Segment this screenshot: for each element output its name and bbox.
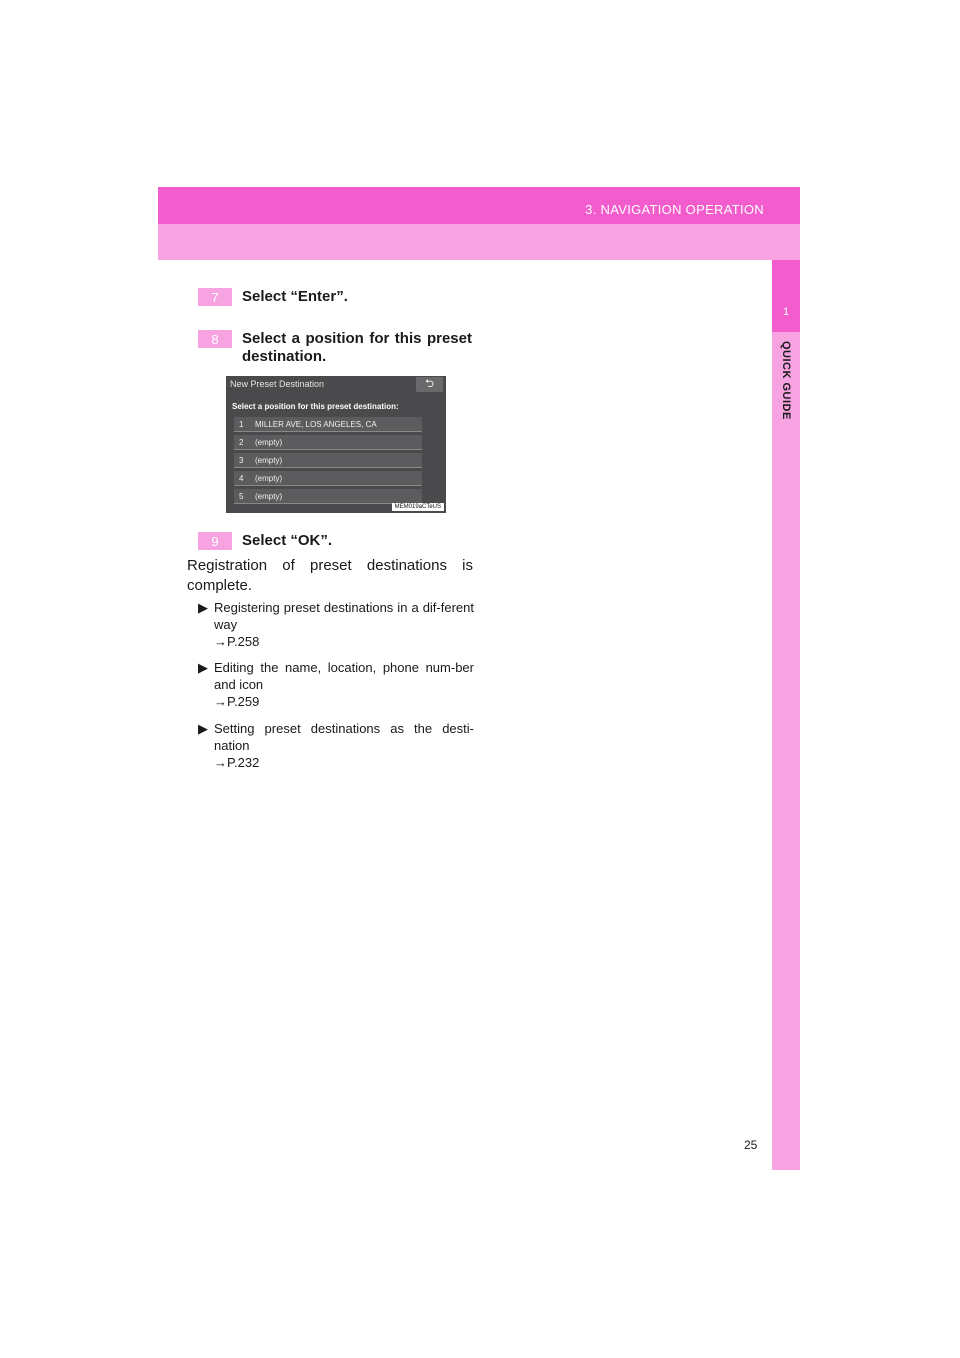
list-item[interactable]: 4 (empty) — [234, 471, 422, 486]
section-title: 3. NAVIGATION OPERATION — [585, 202, 764, 217]
triangle-bullet-icon: ▶ — [198, 600, 208, 615]
step-badge: 9 — [198, 532, 232, 550]
screen-prompt: Select a position for this preset destin… — [232, 402, 399, 411]
page-reference[interactable]: →P.259 — [214, 693, 474, 710]
item-label: (empty) — [255, 473, 283, 483]
item-number: 1 — [239, 419, 244, 429]
step-badge: 8 — [198, 330, 232, 348]
step-badge: 7 — [198, 288, 232, 306]
item-label: MILLER AVE, LOS ANGELES, CA — [255, 419, 377, 429]
image-code: MEM019aCTeUS — [391, 503, 444, 511]
item-label: (empty) — [255, 491, 283, 501]
step-text: Select “OK”. — [242, 532, 333, 549]
back-icon[interactable]: ⮌ — [416, 377, 443, 392]
item-number: 2 — [239, 437, 244, 447]
item-label: (empty) — [255, 437, 283, 447]
step-7: 7 Select “Enter”. — [198, 288, 472, 306]
bullet-text: Editing the name, location, phone num-be… — [214, 660, 474, 692]
chapter-number: 1 — [782, 306, 790, 318]
item-label: (empty) — [255, 455, 283, 465]
bullet-text: Setting preset destinations as the desti… — [214, 721, 474, 753]
chapter-tab — [772, 260, 800, 332]
item-number: 3 — [239, 455, 244, 465]
header-band: 3. NAVIGATION OPERATION — [158, 187, 800, 260]
header-light-band — [158, 224, 800, 260]
completion-paragraph: Registration of preset destinations is c… — [187, 557, 473, 594]
triangle-bullet-icon: ▶ — [198, 721, 208, 736]
step-8: 8 Select a position for this preset dest… — [198, 330, 472, 366]
triangle-bullet-icon: ▶ — [198, 660, 208, 675]
preset-list: 1 MILLER AVE, LOS ANGELES, CA 2 (empty) … — [234, 417, 422, 507]
list-item[interactable]: 1 MILLER AVE, LOS ANGELES, CA — [234, 417, 422, 432]
bullet-item: ▶ Editing the name, location, phone num-… — [198, 659, 474, 710]
list-item[interactable]: 5 (empty) — [234, 489, 422, 504]
screen-title: New Preset Destination — [230, 379, 325, 389]
list-item[interactable]: 2 (empty) — [234, 435, 422, 450]
bullet-item: ▶ Setting preset destinations as the des… — [198, 720, 474, 771]
chapter-label: QUICK GUIDE — [780, 341, 792, 420]
step-text: Select a position for this preset destin… — [242, 330, 472, 365]
bullet-text: Registering preset destinations in a dif… — [214, 600, 474, 632]
item-number: 5 — [239, 491, 244, 501]
page-reference[interactable]: →P.232 — [214, 754, 474, 771]
screenshot-preset-destination: New Preset Destination ⮌ Select a positi… — [226, 376, 446, 513]
step-9: 9 Select “OK”. — [198, 532, 472, 550]
bullet-item: ▶ Registering preset destinations in a d… — [198, 599, 474, 650]
list-item[interactable]: 3 (empty) — [234, 453, 422, 468]
step-text: Select “Enter”. — [242, 288, 348, 305]
page-number: 25 — [744, 1138, 758, 1152]
item-number: 4 — [239, 473, 244, 483]
page-reference[interactable]: →P.258 — [214, 633, 474, 650]
